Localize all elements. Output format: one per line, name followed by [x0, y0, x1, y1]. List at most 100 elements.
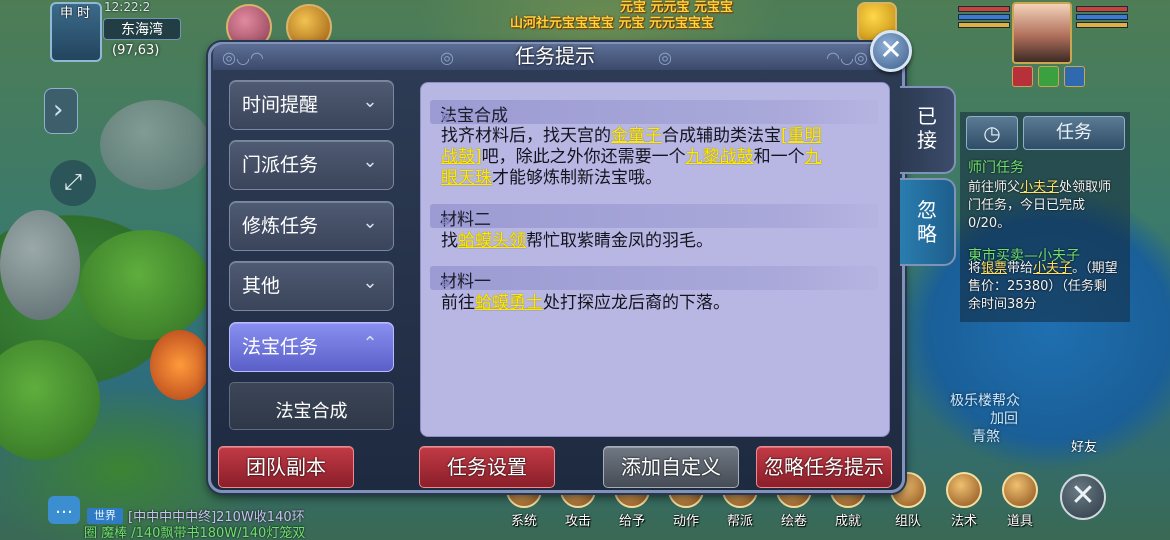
tab-ignored[interactable]: 忽 略: [900, 178, 956, 266]
tab-label: 已: [917, 104, 937, 128]
menu-label: 动作: [672, 514, 699, 529]
menu-label: 法术: [950, 514, 977, 529]
section-heading: 法宝合成๑: [430, 100, 878, 126]
team-dungeon-button[interactable]: 团队副本: [218, 446, 354, 488]
button-label: 添加自定义: [621, 455, 721, 479]
ornament-icon: ◎: [440, 48, 454, 67]
npc-link[interactable]: 金童子: [611, 126, 662, 146]
ignore-task-prompt-button[interactable]: 忽略任务提示: [756, 446, 892, 488]
category-label: 时间提醒: [242, 94, 319, 116]
pet-exp-bar: [1076, 22, 1128, 28]
add-custom-button[interactable]: 添加自定义: [603, 446, 739, 488]
body-text: 找齐材料后，找天宫的: [441, 126, 611, 146]
chevron-down-icon: ⌄: [362, 212, 378, 233]
dialog-title: 任务提示: [515, 44, 595, 68]
heart-status-icon[interactable]: [1012, 66, 1033, 87]
time-period-label: 申 时: [60, 6, 91, 21]
body-text: 找: [441, 231, 458, 251]
item-link[interactable]: 战鼓]: [441, 147, 482, 167]
player-avatar[interactable]: [1012, 2, 1072, 64]
hp-bar: [958, 6, 1010, 12]
timer-icon[interactable]: ◷: [966, 116, 1018, 150]
friend-button[interactable]: 好友: [1060, 410, 1108, 460]
item-link[interactable]: 九: [805, 147, 822, 167]
chevron-right-icon: ›: [53, 95, 64, 125]
pet-hp-bar: [1076, 6, 1128, 12]
coral-decoration: [150, 330, 210, 400]
floating-line: 极乐楼帮众: [950, 393, 1020, 409]
collapse-menu-button[interactable]: ✕: [1060, 474, 1106, 520]
dialog-close-button[interactable]: ✕: [870, 30, 912, 72]
body-text: 前往: [441, 293, 475, 313]
treasure-chest-icon: [1002, 472, 1038, 508]
clock-readout: 12:22:2: [104, 0, 151, 14]
mp-bar: [958, 14, 1010, 20]
tab-accepted[interactable]: 已 接: [900, 86, 956, 174]
chevron-down-icon: ⌄: [362, 272, 378, 293]
menu-label: 绘卷: [780, 514, 807, 529]
category-label: 其他: [242, 275, 281, 297]
top-banner: 元宝 元元宝 元宝宝 山河社元宝宝宝宝 元宝 元元宝宝宝: [470, 0, 800, 36]
chevron-down-icon: ⌄: [362, 151, 378, 172]
body-text: 和一个: [753, 147, 805, 167]
item-link[interactable]: 银票: [981, 261, 1007, 276]
npc-link[interactable]: 蛤蟆头领: [458, 231, 526, 251]
section-heading: 材料二๑: [430, 204, 878, 230]
npc-link[interactable]: 小夫子: [1033, 261, 1072, 276]
buff-status-icon[interactable]: [1038, 66, 1059, 87]
menu-label: 组队: [894, 514, 921, 529]
category-artifact-tasks[interactable]: 法宝任务 ⌃: [229, 322, 394, 372]
task-settings-button[interactable]: 任务设置: [419, 446, 555, 488]
rock-decoration: [0, 210, 80, 320]
banner-line: 元宝 元元宝 元宝宝: [620, 0, 734, 15]
friend-label: 好友: [1070, 440, 1097, 455]
task-tracker-tab[interactable]: 任务: [1023, 116, 1125, 150]
menu-label: 攻击: [564, 514, 591, 529]
task-description[interactable]: 前往师父小夫子处领取师门任务，今日已完成0/20。: [968, 179, 1118, 233]
body-text: 吧，除此之外你还需要一个: [481, 147, 686, 167]
category-sect-tasks[interactable]: 门派任务 ⌄: [229, 140, 394, 190]
category-cultivation-tasks[interactable]: 修炼任务 ⌄: [229, 201, 394, 251]
swirl-ornament-icon: ๑: [440, 209, 452, 230]
task-description[interactable]: 将银票带给小夫子。（期望售价：25380）（任务剩余时间38分: [968, 260, 1118, 314]
floating-line: 加回: [990, 411, 1018, 427]
body-text: 帮忙取紫睛金凤的羽毛。: [526, 231, 713, 251]
category-other[interactable]: 其他 ⌄: [229, 261, 394, 311]
category-label: 修炼任务: [242, 215, 319, 237]
menu-inventory-button[interactable]: 道具: [998, 472, 1042, 534]
menu-label: 给予: [618, 514, 645, 529]
menu-label: 帮派: [726, 514, 753, 529]
section-body: 找蛤蟆头领帮忙取紫睛金凤的羽毛。: [441, 231, 877, 252]
tree-decoration: [80, 230, 210, 340]
section-body: 找齐材料后，找天宫的金童子合成辅助类法宝[重明战鼓]吧，除此之外你还需要一个九黎…: [441, 126, 877, 189]
floating-line: 青煞: [972, 429, 1000, 445]
tab-label: 忽: [917, 198, 937, 222]
button-label: 任务设置: [447, 455, 527, 479]
subcategory-label: 法宝合成: [275, 401, 348, 422]
fullscreen-expand-icon[interactable]: ⤢: [50, 160, 96, 206]
close-icon: ✕: [1070, 478, 1096, 513]
task-title[interactable]: 师门任务: [968, 157, 1024, 177]
swirl-ornament-icon: ๑: [440, 271, 452, 292]
category-time-reminder[interactable]: 时间提醒 ⌄: [229, 80, 394, 130]
item-link[interactable]: [重明: [781, 126, 822, 146]
shield-status-icon[interactable]: [1064, 66, 1085, 87]
pet-mp-bar: [1076, 14, 1128, 20]
task-text: 将: [968, 261, 982, 276]
ornament-icon: ◎◡◠: [222, 48, 264, 67]
expand-side-button[interactable]: ›: [44, 88, 78, 134]
body-text: 合成辅助类法宝: [662, 126, 781, 146]
menu-spell-button[interactable]: 法术: [942, 472, 986, 534]
item-link[interactable]: 九黎战鼓: [686, 147, 754, 167]
close-icon: ✕: [879, 33, 903, 66]
item-link[interactable]: 眼天珠: [441, 168, 492, 188]
chevron-down-icon: ⌄: [362, 91, 378, 112]
menu-label: 系统: [510, 514, 537, 529]
subcategory-artifact-synthesis[interactable]: 法宝合成: [229, 382, 394, 430]
chat-message[interactable]: 圈 魔棒 /140飘带书180W/140灯笼双: [84, 522, 305, 540]
chat-bubble-icon[interactable]: …: [48, 496, 80, 524]
category-label: 法宝任务: [242, 336, 319, 358]
ornament-icon: ◎: [658, 48, 672, 67]
npc-link[interactable]: 小夫子: [1020, 180, 1059, 195]
npc-link[interactable]: 蛤蟆勇士: [475, 293, 543, 313]
